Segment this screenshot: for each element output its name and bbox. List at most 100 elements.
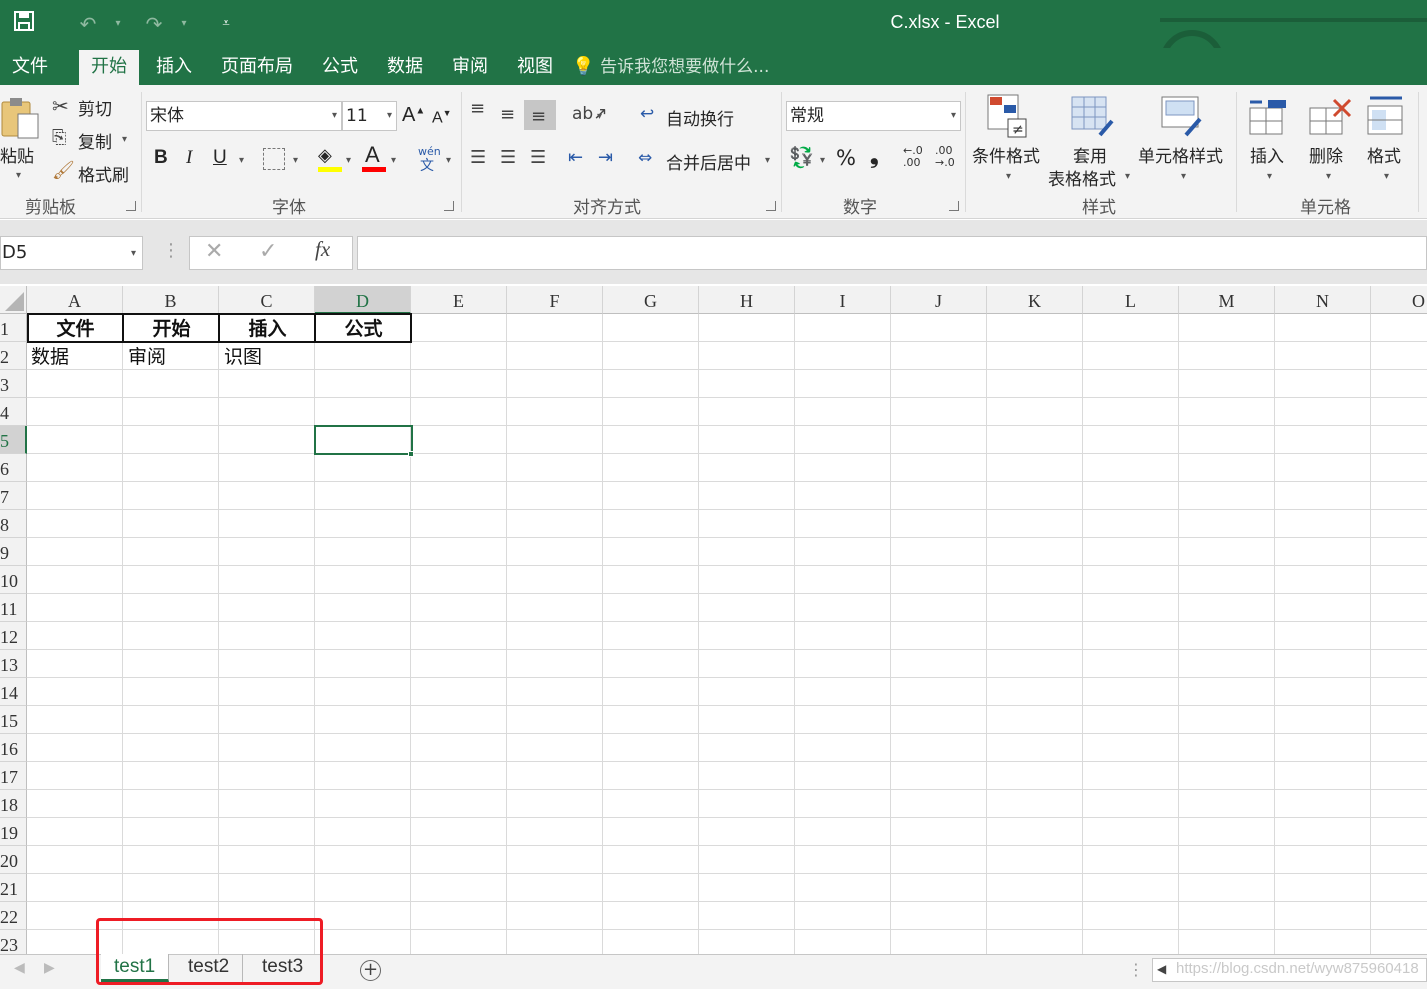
row-header-6[interactable]: 6 xyxy=(0,454,27,482)
wrap-text-button[interactable]: 自动换行 xyxy=(666,105,734,130)
column-header-j[interactable]: J xyxy=(891,286,987,314)
row-header-8[interactable]: 8 xyxy=(0,510,27,538)
select-all-button[interactable] xyxy=(0,286,27,314)
bold-button[interactable]: B xyxy=(154,147,168,169)
row-header-18[interactable]: 18 xyxy=(0,790,27,818)
italic-button[interactable]: I xyxy=(186,147,192,169)
row-header-16[interactable]: 16 xyxy=(0,734,27,762)
cell-D1[interactable]: 公式 xyxy=(316,315,411,343)
clipboard-launcher-icon[interactable] xyxy=(126,201,136,211)
comma-style-button[interactable]: ❟ xyxy=(870,144,879,169)
row-header-14[interactable]: 14 xyxy=(0,678,27,706)
tab-review[interactable]: 审阅 xyxy=(440,48,500,85)
font-launcher-icon[interactable] xyxy=(444,201,454,211)
increase-indent-icon[interactable]: ⇥ xyxy=(598,147,613,168)
cut-button[interactable]: 剪切 xyxy=(78,95,112,120)
column-header-c[interactable]: C xyxy=(219,286,315,314)
insert-cells-dropdown-icon[interactable]: ▾ xyxy=(1267,171,1272,182)
column-header-h[interactable]: H xyxy=(699,286,795,314)
scroll-tabs-left-icon[interactable]: ◀ xyxy=(14,960,25,976)
align-center-icon[interactable]: ☰ xyxy=(500,147,516,168)
fill-color-dropdown-icon[interactable]: ▾ xyxy=(346,155,351,166)
scroll-left-icon[interactable]: ◀ xyxy=(1157,962,1166,976)
delete-cells-dropdown-icon[interactable]: ▾ xyxy=(1326,171,1331,182)
column-header-k[interactable]: K xyxy=(987,286,1083,314)
row-header-21[interactable]: 21 xyxy=(0,874,27,902)
phonetic-guide-icon[interactable]: 文 xyxy=(420,155,434,175)
column-header-l[interactable]: L xyxy=(1083,286,1179,314)
name-box[interactable]: D5 ▾ xyxy=(0,236,143,270)
cancel-icon[interactable]: ✕ xyxy=(205,239,223,264)
row-header-9[interactable]: 9 xyxy=(0,538,27,566)
cell-styles-button[interactable]: 单元格样式 xyxy=(1138,142,1223,167)
row-header-7[interactable]: 7 xyxy=(0,482,27,510)
format-table-dropdown-icon[interactable]: ▾ xyxy=(1125,171,1130,182)
row-header-10[interactable]: 10 xyxy=(0,566,27,594)
tab-data[interactable]: 数据 xyxy=(375,48,435,85)
fill-handle[interactable] xyxy=(408,451,414,457)
shrink-font-button[interactable]: A▼ xyxy=(432,108,452,127)
tab-split-grip-icon[interactable]: ⋮ xyxy=(1128,960,1144,979)
format-as-table-button-line1[interactable]: 套用 xyxy=(1073,142,1107,167)
row-header-3[interactable]: 3 xyxy=(0,370,27,398)
copy-dropdown-icon[interactable]: ▾ xyxy=(122,134,127,145)
selected-cell-D5[interactable] xyxy=(314,425,413,455)
orientation-icon[interactable]: ab↗ xyxy=(572,104,607,124)
paste-dropdown-icon[interactable]: ▾ xyxy=(16,170,21,181)
tab-formulas[interactable]: 公式 xyxy=(310,48,370,85)
worksheet-grid[interactable]: ABCDEFGHIJKLMNO 1 2 3 4 5 6 7 8 9 10 11 12 13 14 15 16 1… xyxy=(0,286,1427,954)
merge-center-button[interactable]: 合并后居中 xyxy=(666,149,751,174)
column-header-f[interactable]: F xyxy=(507,286,603,314)
conditional-formatting-button[interactable]: 条件格式 xyxy=(972,142,1040,167)
row-header-23[interactable]: 23 xyxy=(0,930,27,954)
row-header-20[interactable]: 20 xyxy=(0,846,27,874)
row-header-17[interactable]: 17 xyxy=(0,762,27,790)
underline-dropdown-icon[interactable]: ▾ xyxy=(239,155,244,166)
enter-icon[interactable]: ✓ xyxy=(259,239,277,264)
font-color-dropdown-icon[interactable]: ▾ xyxy=(391,155,396,166)
phonetic-dropdown-icon[interactable]: ▾ xyxy=(446,155,451,166)
percent-button[interactable]: % xyxy=(836,146,856,170)
row-header-2[interactable]: 2 xyxy=(0,342,27,370)
column-header-a[interactable]: A xyxy=(27,286,123,314)
tab-page-layout[interactable]: 页面布局 xyxy=(209,48,305,85)
tab-insert[interactable]: 插入 xyxy=(144,48,204,85)
cell-styles-dropdown-icon[interactable]: ▾ xyxy=(1181,171,1186,182)
increase-decimal-button[interactable]: ←.0 .00 xyxy=(903,145,923,169)
column-header-i[interactable]: I xyxy=(795,286,891,314)
format-painter-button[interactable]: 格式刷 xyxy=(78,161,129,186)
currency-icon[interactable]: 💱 xyxy=(789,145,814,169)
tab-view[interactable]: 视图 xyxy=(505,48,565,85)
column-header-g[interactable]: G xyxy=(603,286,699,314)
tab-file[interactable]: 文件 xyxy=(0,48,60,85)
align-right-icon[interactable]: ☰ xyxy=(530,147,546,168)
insert-function-icon[interactable]: fx xyxy=(315,237,330,262)
cell-A1[interactable]: 文件 xyxy=(28,315,123,343)
cell-C1[interactable]: 插入 xyxy=(220,315,315,343)
underline-button[interactable]: U xyxy=(213,147,227,169)
row-header-11[interactable]: 11 xyxy=(0,594,27,622)
number-format-select[interactable]: 常规 ▾ xyxy=(786,101,961,131)
format-cells-button[interactable]: 格式 xyxy=(1367,142,1401,167)
font-size-select[interactable]: 11 ▾ xyxy=(342,101,397,131)
align-middle-icon[interactable]: ≡ xyxy=(500,104,515,125)
conditional-dropdown-icon[interactable]: ▾ xyxy=(1006,171,1011,182)
borders-dropdown-icon[interactable]: ▾ xyxy=(293,155,298,166)
number-launcher-icon[interactable] xyxy=(949,201,959,211)
row-header-15[interactable]: 15 xyxy=(0,706,27,734)
row-header-5[interactable]: 5 xyxy=(0,426,27,454)
align-left-icon[interactable]: ☰ xyxy=(470,147,486,168)
column-header-m[interactable]: M xyxy=(1179,286,1275,314)
row-header-13[interactable]: 13 xyxy=(0,650,27,678)
align-bottom-button[interactable]: ≡ xyxy=(524,100,556,130)
decrease-indent-icon[interactable]: ⇤ xyxy=(568,147,583,168)
cell-A2[interactable]: 数据 xyxy=(31,343,69,371)
decrease-decimal-button[interactable]: .00 →.0 xyxy=(935,145,955,169)
row-header-4[interactable]: 4 xyxy=(0,398,27,426)
row-header-22[interactable]: 22 xyxy=(0,902,27,930)
align-top-icon[interactable]: ≡ xyxy=(470,98,485,119)
column-header-o[interactable]: O xyxy=(1371,286,1427,314)
font-name-select[interactable]: 宋体 ▾ xyxy=(146,101,342,131)
column-header-b[interactable]: B xyxy=(123,286,219,314)
borders-icon[interactable] xyxy=(263,148,285,170)
